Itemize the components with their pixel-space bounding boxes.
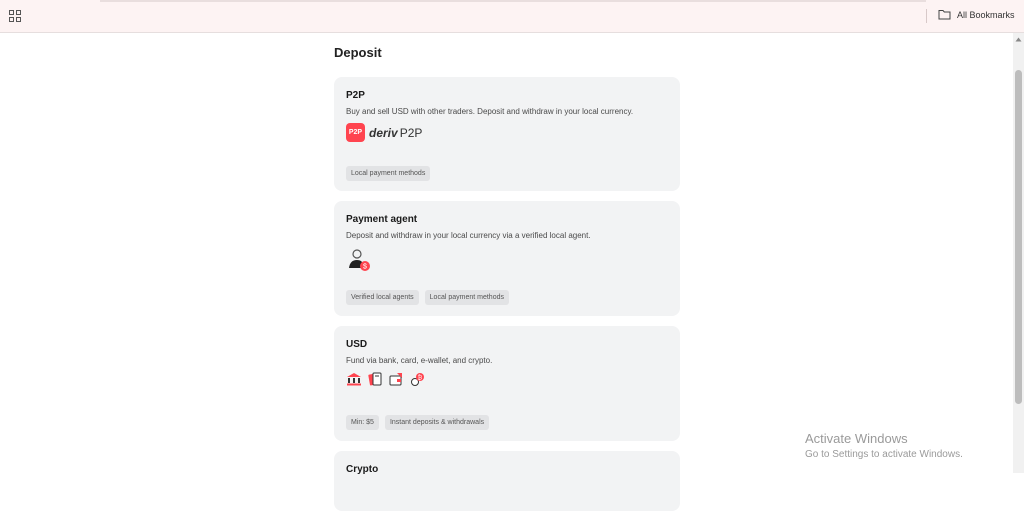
payment-method-icons: ₿	[346, 371, 668, 387]
card-description: Deposit and withdraw in your local curre…	[346, 231, 591, 240]
folder-icon	[938, 10, 951, 20]
svg-text:$: $	[363, 264, 367, 271]
card-title: Crypto	[346, 464, 379, 475]
card-title: USD	[346, 339, 368, 350]
bank-icon	[347, 373, 361, 386]
bookmarks-bar: All Bookmarks	[0, 0, 1024, 33]
tag-list: Verified local agents Local payment meth…	[346, 290, 509, 305]
scroll-up-arrow-icon[interactable]	[1015, 36, 1022, 43]
card-description: Fund via bank, card, e-wallet, and crypt…	[346, 356, 493, 365]
tag: Instant deposits & withdrawals	[384, 415, 490, 430]
activate-windows-title: Activate Windows	[805, 431, 908, 446]
payment-agent-icon: $	[349, 249, 370, 271]
tag-list: Min: $5 Instant deposits & withdrawals	[346, 415, 490, 430]
apps-grid-icon[interactable]	[9, 10, 21, 22]
scrollbar-thumb[interactable]	[1015, 70, 1022, 404]
tag: Verified local agents	[346, 290, 419, 305]
all-bookmarks-button[interactable]: All Bookmarks	[938, 9, 1015, 20]
all-bookmarks-label: All Bookmarks	[957, 9, 1015, 20]
deriv-brand-text: deriv	[369, 125, 398, 140]
p2p-product-text: P2P	[399, 125, 423, 140]
activate-windows-subtitle: Go to Settings to activate Windows.	[805, 449, 963, 460]
page-title: Deposit	[334, 45, 382, 60]
deposit-option-p2p[interactable]: P2P Buy and sell USD with other traders.…	[334, 77, 680, 191]
bookmarks-separator	[926, 9, 927, 23]
deposit-option-crypto[interactable]: Crypto	[334, 451, 680, 511]
p2p-badge-icon: P2P	[346, 123, 365, 142]
deposit-option-payment-agent[interactable]: Payment agent Deposit and withdraw in yo…	[334, 201, 680, 316]
tag-list: Local payment methods	[346, 166, 431, 181]
tag: Local payment methods	[346, 166, 431, 181]
tag: Local payment methods	[424, 290, 509, 305]
card-title: P2P	[346, 90, 365, 101]
e-wallet-icon	[389, 373, 402, 386]
card-title: Payment agent	[346, 214, 418, 225]
card-description: Buy and sell USD with other traders. Dep…	[346, 107, 634, 116]
omnibox-edge	[100, 0, 926, 2]
svg-text:₿: ₿	[418, 375, 423, 382]
crypto-icon: ₿	[411, 373, 424, 386]
deposit-option-usd[interactable]: USD Fund via bank, card, e-wallet, and c…	[334, 326, 680, 441]
deriv-p2p-logo: P2P deriv P2P	[346, 123, 668, 142]
tag: Min: $5	[346, 415, 379, 430]
card-icon	[368, 372, 382, 386]
